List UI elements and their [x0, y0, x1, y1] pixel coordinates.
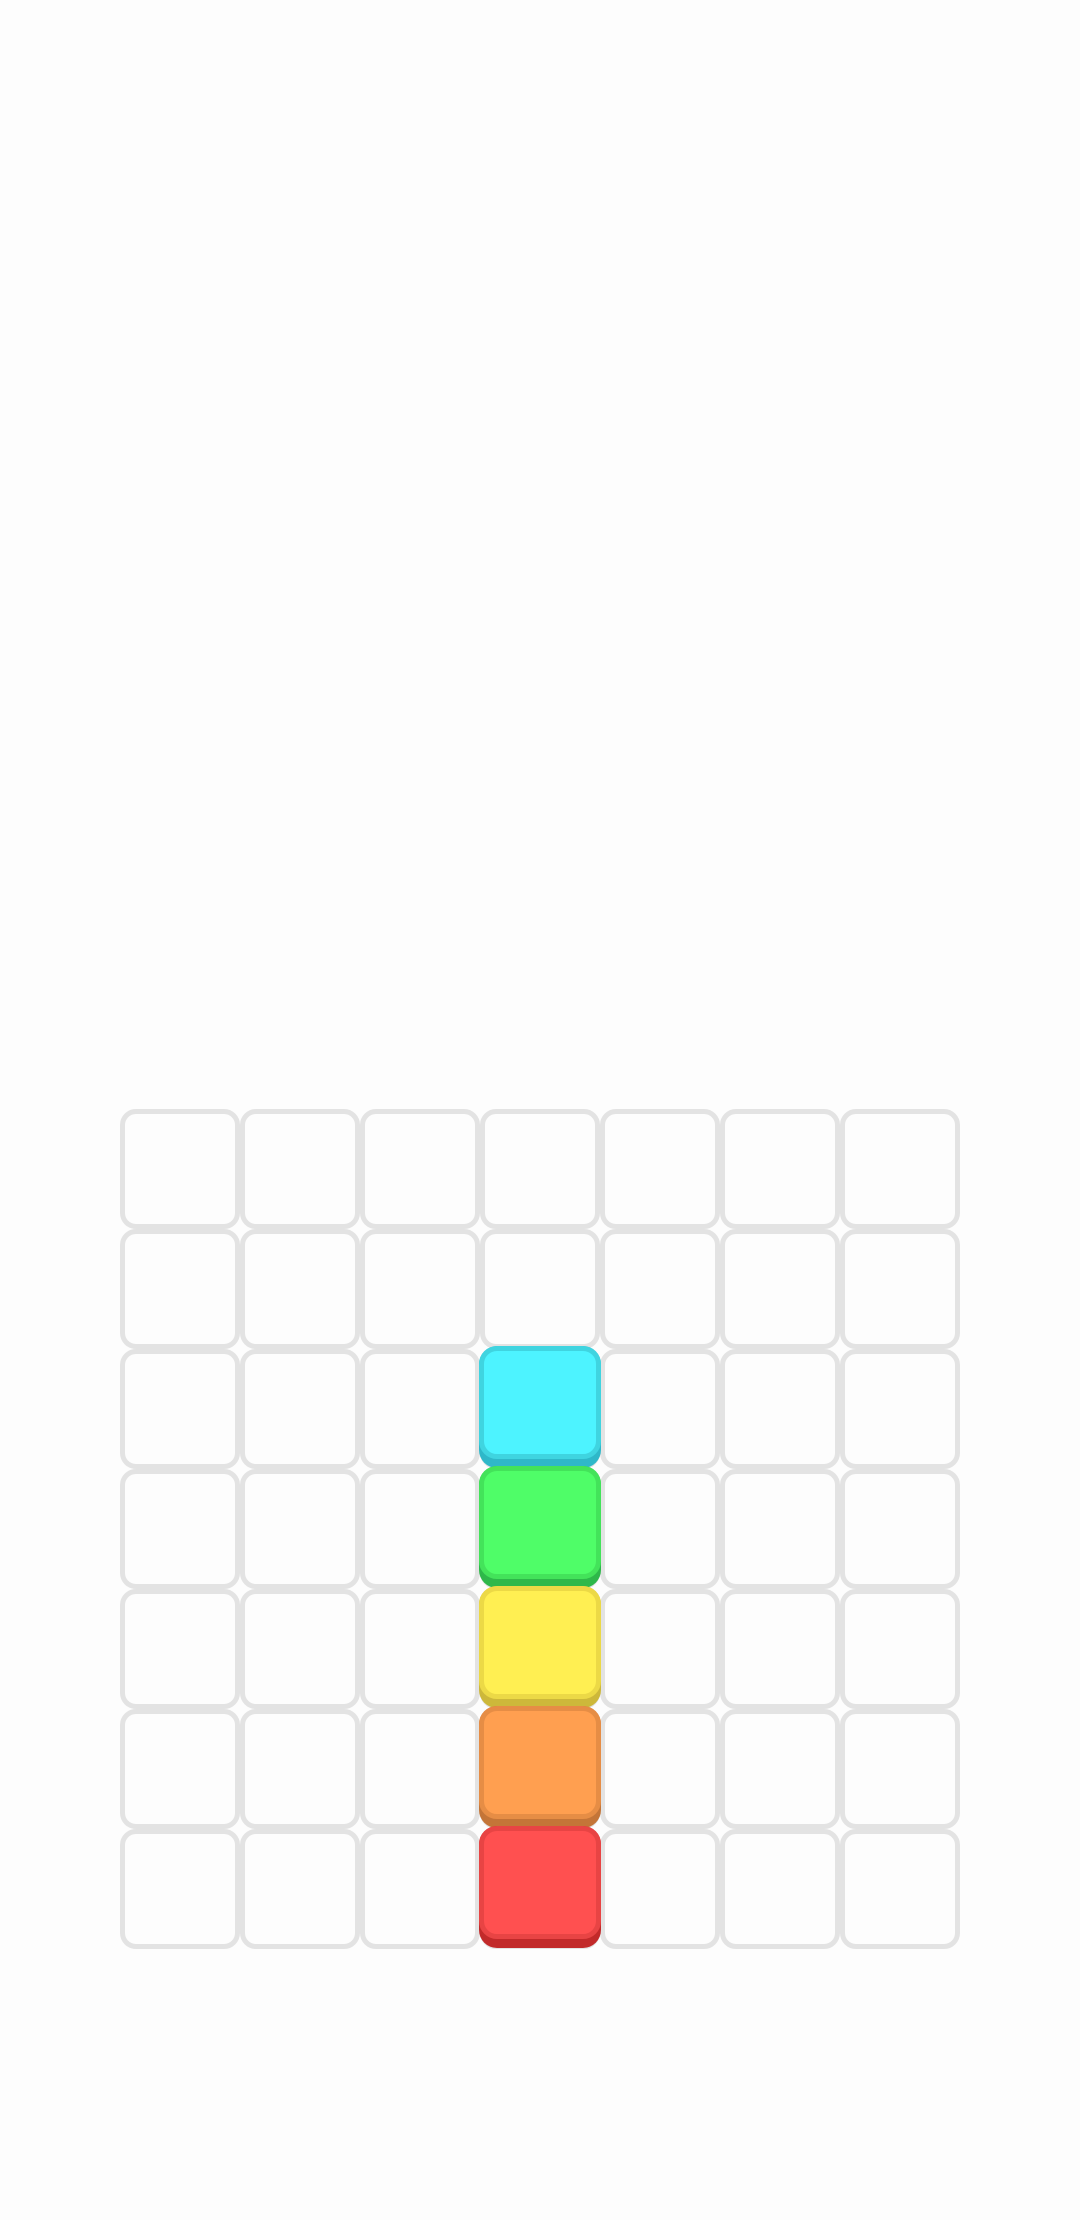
grid-cell[interactable] [240, 1589, 360, 1709]
grid-cell[interactable] [240, 1229, 360, 1349]
grid-cell[interactable] [600, 1469, 720, 1589]
grid-cell[interactable] [720, 1349, 840, 1469]
grid-cell[interactable] [840, 1469, 960, 1589]
grid-cell[interactable] [360, 1349, 480, 1469]
grid-cell[interactable] [840, 1709, 960, 1829]
block-face [479, 1346, 601, 1459]
block-yellow[interactable] [479, 1586, 601, 1708]
grid-cell[interactable] [120, 1709, 240, 1829]
grid-cell[interactable] [360, 1229, 480, 1349]
grid-cell[interactable] [840, 1349, 960, 1469]
block-face [479, 1706, 601, 1819]
grid-cell[interactable] [720, 1469, 840, 1589]
grid-cell[interactable] [840, 1829, 960, 1949]
grid-cell[interactable] [600, 1829, 720, 1949]
grid-cell[interactable] [360, 1469, 480, 1589]
grid-cell[interactable] [720, 1109, 840, 1229]
grid-cell[interactable] [600, 1589, 720, 1709]
block-cyan[interactable] [479, 1346, 601, 1468]
grid-cell[interactable] [600, 1349, 720, 1469]
grid-cell[interactable] [720, 1709, 840, 1829]
grid-cell[interactable] [120, 1589, 240, 1709]
grid-cell[interactable] [600, 1229, 720, 1349]
grid-cell[interactable] [240, 1469, 360, 1589]
block-face [479, 1826, 601, 1939]
grid-cell[interactable] [120, 1109, 240, 1229]
grid-cell[interactable] [120, 1469, 240, 1589]
block-green[interactable] [479, 1466, 601, 1588]
grid-cell[interactable] [240, 1829, 360, 1949]
grid-cell[interactable] [840, 1589, 960, 1709]
grid-cell[interactable] [840, 1109, 960, 1229]
grid-cell[interactable] [240, 1109, 360, 1229]
grid-cell[interactable] [360, 1709, 480, 1829]
grid-cell[interactable] [360, 1829, 480, 1949]
grid-cell[interactable] [720, 1829, 840, 1949]
grid-cell[interactable] [600, 1709, 720, 1829]
grid-cell[interactable] [360, 1109, 480, 1229]
grid-cell[interactable] [120, 1229, 240, 1349]
block-orange[interactable] [479, 1706, 601, 1828]
game-screen [0, 0, 1080, 2220]
grid-cell[interactable] [720, 1229, 840, 1349]
block-face [479, 1586, 601, 1699]
block-red[interactable] [479, 1826, 601, 1948]
grid-cell[interactable] [600, 1109, 720, 1229]
grid-cell[interactable] [360, 1589, 480, 1709]
grid-cell[interactable] [480, 1229, 600, 1349]
grid-cell[interactable] [120, 1349, 240, 1469]
block-face [479, 1466, 601, 1579]
grid-cell[interactable] [480, 1109, 600, 1229]
grid-cell[interactable] [240, 1349, 360, 1469]
game-board[interactable] [120, 1109, 960, 1949]
grid-cell[interactable] [840, 1229, 960, 1349]
grid-cell[interactable] [720, 1589, 840, 1709]
grid-cell[interactable] [120, 1829, 240, 1949]
grid-cell[interactable] [240, 1709, 360, 1829]
